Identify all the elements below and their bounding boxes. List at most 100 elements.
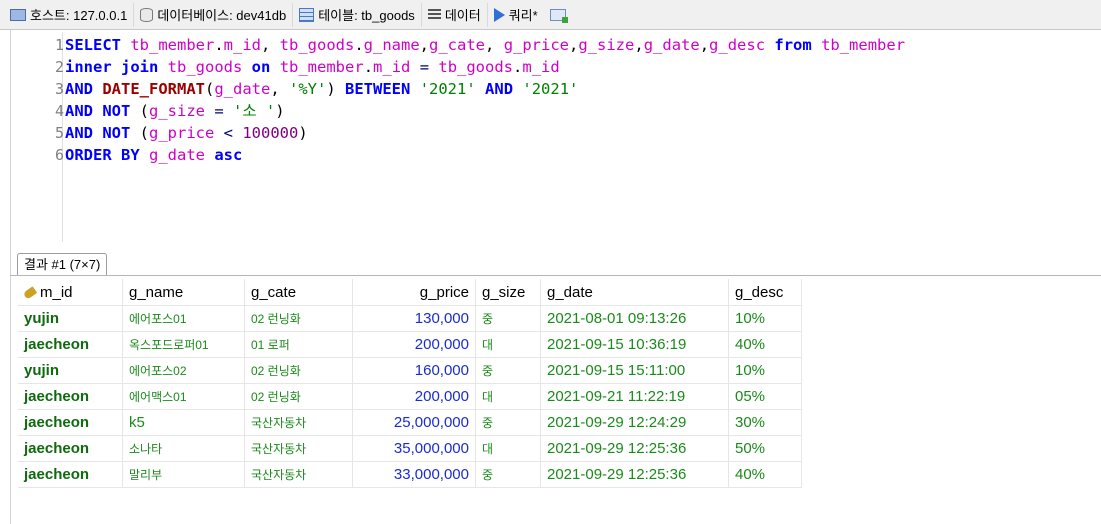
cell-g_cate[interactable]: 01 로퍼 [244,331,353,358]
cell-g_cate[interactable]: 국산자동차 [244,461,353,488]
column-header-g_date[interactable]: g_date [540,279,729,306]
new-query-tab-icon[interactable] [549,8,568,23]
cell-g_date[interactable]: 2021-09-29 12:25:36 [540,461,729,488]
cell-g_name[interactable]: k5 [122,409,245,436]
cell-g_date[interactable]: 2021-09-15 10:36:19 [540,331,729,358]
cell-g_name[interactable]: 말리부 [122,461,245,488]
tab-data-label: 데이터 [444,8,481,23]
cell-g_size[interactable]: 대 [475,435,541,462]
cell-g_cate[interactable]: 국산자동차 [244,409,353,436]
column-header-g_desc[interactable]: g_desc [728,279,802,306]
cell-g_cate[interactable]: 02 런닝화 [244,383,353,410]
sql-token: on [251,58,271,76]
table-row[interactable]: yujin 에어포스01 02 런닝화 130,000 중 2021-08-01 09:1… [18,305,802,332]
tab-query-label: 쿼리* [508,8,538,23]
cell-g_desc[interactable]: 40% [728,461,802,488]
cell-g_price[interactable]: 35,000,000 [352,435,476,462]
sql-token: tb_goods [167,58,243,76]
cell-g_price[interactable]: 200,000 [352,331,476,358]
cell-g_cate[interactable]: 02 런닝화 [244,357,353,384]
sql-token: g_size [578,36,635,54]
cell-m_id[interactable]: jaecheon [18,409,123,436]
table-row[interactable]: jaecheon 옥스포드로퍼01 01 로퍼 200,000 대 2021-09-15 … [18,331,802,358]
data-grid-icon [427,9,441,20]
cell-m_id[interactable]: jaecheon [18,383,123,410]
cell-g_date[interactable]: 2021-09-29 12:24:29 [540,409,729,436]
table-row[interactable]: jaecheon 에어맥스01 02 런닝화 200,000 대 2021-09-21 1… [18,383,802,410]
code-text: AND NOT (g_price < 100000) [65,122,308,144]
cell-g_cate[interactable]: 국산자동차 [244,435,353,462]
cell-g_date[interactable]: 2021-08-01 09:13:26 [540,305,729,332]
column-header-m_id[interactable]: m_id [18,279,123,306]
sql-token: , [569,36,579,54]
host-icon [10,8,26,21]
cell-g_size[interactable]: 중 [475,409,541,436]
result-tab[interactable]: 결과 #1 (7×7) [17,253,108,276]
line-number: 5 [54,124,64,142]
sql-token: < [214,124,243,142]
cell-g_name[interactable]: 소나타 [122,435,245,462]
cell-m_id[interactable]: yujin [18,305,123,332]
result-grid[interactable]: m_id g_name g_cate g_price g_size g_date… [18,279,802,488]
cell-g_price[interactable]: 160,000 [352,357,476,384]
cell-g_name[interactable]: 에어포스02 [122,357,245,384]
tab-host[interactable]: 호스트: 127.0.0.1 [6,2,135,27]
cell-g_desc[interactable]: 05% [728,383,802,410]
cell-g_size[interactable]: 중 [475,305,541,332]
sql-token: ) [326,80,346,98]
sql-token: DATE_FORMAT [102,80,205,98]
cell-m_id[interactable]: yujin [18,357,123,384]
cell-g_desc[interactable]: 50% [728,435,802,462]
sql-token: g_date [643,36,700,54]
tab-data[interactable]: 데이터 [424,2,488,27]
result-tab-divider [10,275,1101,276]
cell-g_name[interactable]: 옥스포드로퍼01 [122,331,245,358]
cell-g_date[interactable]: 2021-09-15 15:11:00 [540,357,729,384]
sql-token: '%Y' [289,80,327,98]
sql-editor[interactable]: 1 SELECT tb_member.m_id, tb_goods.g_name,… [10,32,1101,242]
code-text: AND DATE_FORMAT(g_date, '%Y') BETWEEN '2… [65,78,578,100]
cell-g_size[interactable]: 중 [475,461,541,488]
cell-g_price[interactable]: 200,000 [352,383,476,410]
cell-g_size[interactable]: 대 [475,331,541,358]
column-header-g_name[interactable]: g_name [122,279,245,306]
cell-m_id[interactable]: jaecheon [18,461,123,488]
cell-g_name[interactable]: 에어포스01 [122,305,245,332]
cell-g_price[interactable]: 33,000,000 [352,461,476,488]
table-row[interactable]: yujin 에어포스02 02 런닝화 160,000 중 2021-09-15 15:1… [18,357,802,384]
table-row[interactable]: jaecheon k5 국산자동차 25,000,000 중 2021-09-29 12:… [18,409,802,436]
cell-g_desc[interactable]: 30% [728,409,802,436]
cell-g_desc[interactable]: 10% [728,305,802,332]
code-text: inner join tb_goods on tb_member.m_id = … [65,56,560,78]
tab-database[interactable]: 데이터베이스: dev41db [136,2,294,27]
table-row[interactable]: jaecheon 소나타 국산자동차 35,000,000 대 2021-09-29 12… [18,435,802,462]
cell-g_name[interactable]: 에어맥스01 [122,383,245,410]
cell-g_size[interactable]: 대 [475,383,541,410]
cell-g_desc[interactable]: 40% [728,331,802,358]
sql-token: ) [298,124,308,142]
sql-token: . [363,58,374,76]
cell-g_price[interactable]: 130,000 [352,305,476,332]
cell-g_size[interactable]: 중 [475,357,541,384]
cell-g_price[interactable]: 25,000,000 [352,409,476,436]
sql-token: '2021' [419,80,476,98]
tab-table[interactable]: 테이블: tb_goods [295,2,422,27]
cell-g_desc[interactable]: 10% [728,357,802,384]
cell-m_id[interactable]: jaecheon [18,435,123,462]
cell-g_date[interactable]: 2021-09-29 12:25:36 [540,435,729,462]
tab-query[interactable]: 쿼리* [490,3,544,27]
cell-g_date[interactable]: 2021-09-21 11:22:19 [540,383,729,410]
line-number: 3 [54,80,64,98]
column-header-g_price[interactable]: g_price [352,279,476,306]
column-header-g_size[interactable]: g_size [475,279,541,306]
table-row[interactable]: jaecheon 말리부 국산자동차 33,000,000 중 2021-09-29 12… [18,461,802,488]
cell-g_cate[interactable]: 02 런닝화 [244,305,353,332]
cell-m_id[interactable]: jaecheon [18,331,123,358]
column-header-g_cate[interactable]: g_cate [244,279,353,306]
sql-token: 100000 [242,124,299,142]
